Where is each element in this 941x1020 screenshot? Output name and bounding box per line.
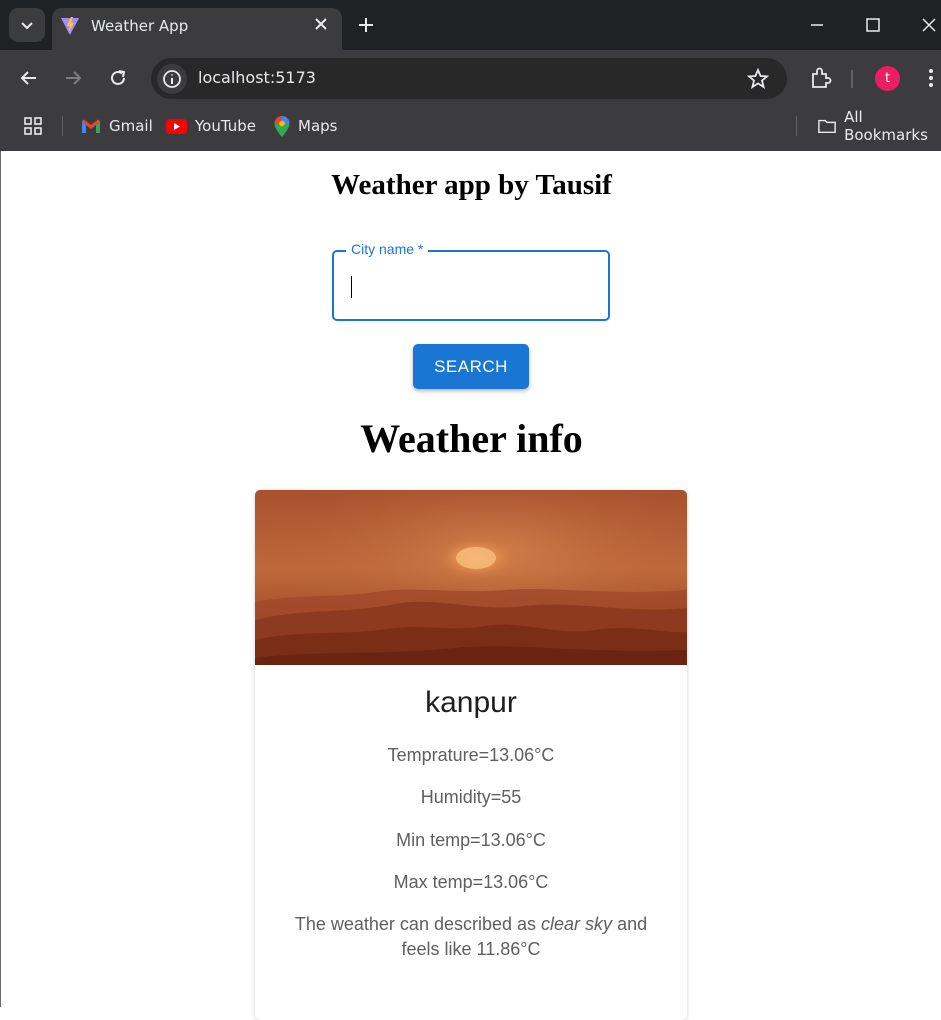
chevron-down-icon bbox=[21, 22, 33, 30]
humidity-text: Humidity=55 bbox=[420, 787, 522, 807]
tab-weather-app[interactable]: Weather App bbox=[52, 8, 342, 50]
bookmark-maps[interactable]: Maps bbox=[274, 114, 337, 138]
tab-search-button[interactable] bbox=[9, 8, 45, 42]
more-menu-icon[interactable] bbox=[925, 67, 937, 89]
weather-card: kanpur Temprature=13.06°C Humidity=55 Mi… bbox=[255, 490, 687, 1020]
apps-grid-icon[interactable] bbox=[23, 116, 43, 136]
tab-strip: Weather App bbox=[0, 0, 941, 50]
temperature-text: Temprature=13.06°C bbox=[387, 745, 555, 765]
bookmark-label: Maps bbox=[298, 117, 338, 135]
extensions-puzzle-icon[interactable] bbox=[808, 65, 834, 91]
page-viewport: Weather app by Tausif City name * SEARCH… bbox=[0, 151, 941, 1020]
weather-description: The weather can described as clear sky a… bbox=[285, 912, 657, 962]
reload-icon[interactable] bbox=[107, 67, 129, 89]
profile-avatar[interactable]: t bbox=[875, 66, 900, 91]
bookmark-label: Gmail bbox=[109, 117, 153, 135]
new-tab-icon[interactable] bbox=[355, 14, 377, 36]
bookmarks-divider bbox=[62, 116, 63, 136]
city-name-label: City name * bbox=[346, 241, 429, 257]
bookmark-star-icon[interactable] bbox=[747, 68, 769, 90]
maximize-icon[interactable] bbox=[862, 14, 884, 36]
bookmarks-divider bbox=[796, 116, 797, 136]
city-name-field[interactable]: City name * bbox=[332, 241, 610, 321]
description-prefix: The weather can described as bbox=[294, 914, 537, 934]
city-name-input[interactable] bbox=[348, 266, 598, 306]
bookmarks-bar: Gmail YouTube Maps All Bookmarks bbox=[0, 106, 941, 151]
bookmark-label: YouTube bbox=[195, 117, 256, 135]
toolbar-divider bbox=[851, 70, 853, 88]
browser-toolbar: localhost:5173 t bbox=[0, 50, 941, 106]
min-temp-text: Min temp=13.06°C bbox=[396, 830, 546, 850]
youtube-icon bbox=[166, 118, 187, 134]
url-text: localhost:5173 bbox=[198, 68, 316, 87]
folder-icon bbox=[818, 119, 836, 134]
maps-pin-icon bbox=[274, 115, 290, 137]
vite-logo-icon bbox=[61, 17, 79, 35]
address-bar[interactable]: localhost:5173 bbox=[151, 58, 787, 99]
bookmark-gmail[interactable]: Gmail bbox=[81, 114, 153, 138]
text-caret bbox=[351, 276, 352, 298]
info-icon bbox=[163, 70, 181, 88]
search-button[interactable]: SEARCH bbox=[413, 344, 529, 389]
max-temp-text: Max temp=13.06°C bbox=[393, 872, 549, 892]
back-arrow-icon[interactable] bbox=[18, 67, 40, 89]
forward-arrow-icon[interactable] bbox=[62, 67, 84, 89]
tab-title: Weather App bbox=[91, 17, 189, 35]
weather-info-heading: Weather info bbox=[360, 416, 583, 461]
weather-condition: clear sky bbox=[541, 914, 613, 934]
browser-chrome: Weather App localhost:5173 t Gmail YouTu… bbox=[0, 0, 941, 151]
all-bookmarks-label: All Bookmarks bbox=[844, 108, 928, 144]
city-name: kanpur bbox=[425, 686, 517, 719]
close-icon[interactable] bbox=[312, 15, 330, 33]
weather-image bbox=[255, 490, 687, 665]
app-title: Weather app by Tausif bbox=[331, 169, 612, 201]
window-close-icon[interactable] bbox=[918, 14, 940, 36]
gmail-icon bbox=[82, 119, 100, 133]
all-bookmarks-folder[interactable]: All Bookmarks bbox=[818, 108, 941, 144]
site-info-button[interactable] bbox=[157, 64, 187, 94]
bookmark-youtube[interactable]: YouTube bbox=[166, 114, 256, 138]
minimize-icon[interactable] bbox=[806, 14, 828, 36]
